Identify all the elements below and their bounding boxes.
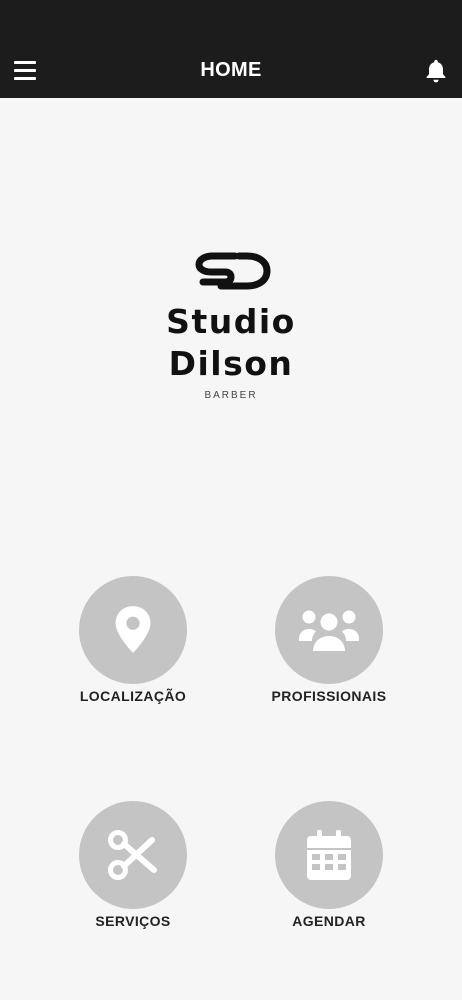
bell-icon[interactable]	[422, 57, 450, 85]
menu-localizacao-button[interactable]: LOCALIZAÇÃO	[53, 576, 213, 726]
menu-servicos-button[interactable]: SERVIÇOS	[53, 801, 213, 951]
menu-servicos-label: SERVIÇOS	[95, 913, 171, 929]
logo-subtitle: BARBER	[204, 390, 258, 401]
logo-text-studio: Studio	[166, 302, 296, 341]
menu-profissionais-label: PROFISSIONAIS	[271, 688, 387, 704]
menu-agendar-label: AGENDAR	[292, 913, 366, 929]
top-bar: HOME	[0, 0, 462, 98]
calendar-icon	[307, 830, 351, 880]
menu-profissionais-button[interactable]: PROFISSIONAIS	[249, 576, 409, 726]
scissors-icon	[108, 830, 157, 880]
menu-localizacao-label: LOCALIZAÇÃO	[79, 688, 187, 704]
app-screen: HOME Studio Dilson BARBER LOCALIZAÇÃO PR…	[0, 0, 462, 1000]
menu-agendar-circle[interactable]	[275, 801, 383, 909]
menu-profissionais-circle[interactable]	[275, 576, 383, 684]
menu-servicos-circle[interactable]	[79, 801, 187, 909]
brand-logo: Studio Dilson BARBER	[0, 248, 462, 408]
menu-localizacao-circle[interactable]	[79, 576, 187, 684]
logo-text-dilson: Dilson	[168, 344, 294, 383]
logo-monogram-icon	[195, 252, 271, 290]
page-title: HOME	[200, 59, 262, 81]
menu-agendar-button[interactable]: AGENDAR	[249, 801, 409, 951]
people-group-icon	[299, 610, 359, 651]
map-pin-icon	[115, 606, 151, 653]
